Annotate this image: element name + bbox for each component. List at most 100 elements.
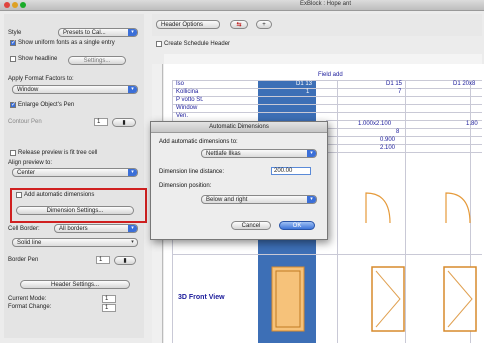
cell-value: 0.900 — [380, 137, 396, 143]
minimize-window-button[interactable] — [12, 2, 18, 8]
close-window-button[interactable] — [4, 2, 10, 8]
border-type-value: Solid line — [17, 240, 42, 246]
contour-pen-stepper[interactable]: ▮ — [112, 118, 136, 127]
format-field-2[interactable]: 1 — [102, 304, 116, 312]
apply-format-popup[interactable]: Window ▾ — [12, 85, 138, 94]
add-automatic-dimensions-checkbox[interactable] — [16, 192, 22, 198]
border-pen-label: Border Pen — [8, 257, 39, 263]
ok-button[interactable]: OK — [279, 221, 315, 230]
grid-line — [337, 80, 338, 343]
enlarge-pen-checkbox[interactable]: ✓ — [10, 102, 16, 108]
sheet-header: Field add — [318, 72, 343, 78]
header-settings-button[interactable]: Header Settings... — [20, 280, 130, 289]
distance-field[interactable]: 200.00 — [271, 167, 311, 175]
cell-border-value: All borders — [59, 226, 88, 232]
chevron-down-icon: ▾ — [128, 225, 137, 232]
add-row-icon[interactable]: + — [256, 20, 272, 29]
window-title: ExBlock : Hope ant — [300, 1, 352, 7]
format-field-1[interactable]: 1 — [102, 295, 116, 303]
grid-line — [172, 88, 482, 89]
header-options-popup[interactable]: Header Options — [156, 20, 220, 29]
header-options-value: Header Options — [161, 22, 204, 28]
dimension-settings-button[interactable]: Dimension Settings... — [16, 206, 134, 215]
row-label: Ven. — [176, 113, 189, 119]
position-label: Dimension position: — [159, 183, 212, 189]
style-label: Style — [8, 30, 22, 36]
uniform-fonts-label: Show uniform fonts as a single entry — [18, 40, 115, 46]
position-popup[interactable]: Below and right ▾ — [201, 195, 317, 204]
grid-line — [326, 144, 482, 145]
dialog-title: Automatic Dimensions — [151, 122, 327, 133]
chevron-down-icon: ▾ — [128, 169, 137, 176]
grid-line — [172, 104, 482, 105]
door-front-view — [443, 266, 477, 332]
contour-pen-field[interactable]: 1 — [94, 118, 108, 126]
border-pen-field[interactable]: 1 — [96, 256, 110, 264]
door-front-view — [371, 266, 405, 332]
format-change-label: Format Change: — [8, 304, 52, 310]
apply-format-value: Window — [17, 87, 39, 93]
cancel-button[interactable]: Cancel — [231, 221, 271, 230]
distance-label: Dimension line distance: — [159, 169, 225, 175]
cell-border-popup[interactable]: All borders ▾ — [54, 224, 138, 233]
row-label: Kollicina — [176, 89, 199, 95]
chevron-down-icon: ▾ — [128, 86, 137, 93]
chevron-down-icon: ▾ — [307, 196, 316, 203]
door-front-view — [271, 266, 305, 332]
add-dims-value: Nettlafe Ilkas — [206, 151, 241, 157]
chevron-down-icon: ▾ — [131, 239, 134, 245]
contour-pen-label: Contour Pen — [8, 119, 42, 125]
cell-border-label: Cell Border: — [8, 226, 40, 232]
title-bar: ExBlock : Hope ant — [0, 0, 484, 11]
cell-value: 2.100 — [380, 145, 396, 151]
headline-checkbox[interactable] — [10, 56, 16, 62]
settings-button[interactable]: Settings... — [68, 56, 126, 65]
create-header-checkbox[interactable] — [156, 41, 162, 47]
release-preview-checkbox[interactable] — [10, 150, 16, 156]
cell-value: 1.80 — [466, 121, 478, 127]
row-label-3d-front: 3D Front View — [178, 294, 225, 301]
cell-value: 7 — [398, 89, 402, 95]
automatic-dimensions-dialog: Automatic Dimensions Add automatic dimen… — [150, 121, 328, 240]
column-header: D1 20x8 — [453, 81, 476, 87]
row-label: Window — [176, 105, 198, 111]
cell-value: 8 — [396, 129, 400, 135]
create-header-label: Create Schedule Header — [164, 41, 231, 47]
chevron-down-icon: ▾ — [307, 150, 316, 157]
chevron-down-icon: ▾ — [128, 29, 137, 36]
cell-value: 1.000x2.100 — [358, 121, 392, 127]
style-popup-value: Presets to Cal... — [63, 30, 106, 36]
border-type-popup[interactable]: Solid line ▾ — [12, 238, 138, 247]
headline-label: Show headline — [18, 56, 58, 62]
column-header: D1 13 — [296, 81, 313, 87]
align-preview-popup[interactable]: Center ▾ — [12, 168, 138, 177]
align-preview-label: Align preview to: — [8, 160, 53, 166]
grid-line — [172, 96, 482, 97]
add-dims-popup[interactable]: Nettlafe Ilkas ▾ — [201, 149, 317, 158]
add-dims-label: Add automatic dimensions to: — [159, 139, 238, 145]
app-window: ExBlock : Hope ant Style Presets to Cal.… — [0, 0, 484, 343]
grid-line — [326, 120, 482, 121]
row-label: P votto St. — [176, 97, 204, 103]
grid-line — [326, 152, 482, 153]
position-value: Below and right — [206, 197, 248, 203]
door-swing-preview — [365, 192, 391, 224]
column-header: D1 15 — [386, 81, 403, 87]
cell-value: 1 — [306, 89, 310, 95]
grid-line — [172, 80, 482, 81]
grid-line — [172, 254, 482, 255]
apply-format-label: Apply Format Factors to: — [8, 76, 74, 82]
border-pen-stepper[interactable]: ▮ — [114, 256, 136, 265]
merge-cells-icon[interactable]: ⇆ — [230, 20, 248, 29]
add-automatic-dimensions-label: Add automatic dimensions — [24, 192, 95, 198]
release-preview-label: Release preview is fit tree cell — [18, 150, 98, 156]
grid-line — [326, 128, 482, 129]
row-label: Iso — [176, 81, 185, 87]
zoom-window-button[interactable] — [20, 2, 26, 8]
grid-line — [172, 112, 482, 113]
enlarge-pen-label: Enlarge Object's Pen — [18, 102, 75, 108]
style-popup[interactable]: Presets to Cal... ▾ — [58, 28, 138, 37]
uniform-fonts-checkbox[interactable]: ✓ — [10, 40, 16, 46]
align-preview-value: Center — [17, 170, 36, 176]
current-mode-label: Current Mode: — [8, 296, 47, 302]
